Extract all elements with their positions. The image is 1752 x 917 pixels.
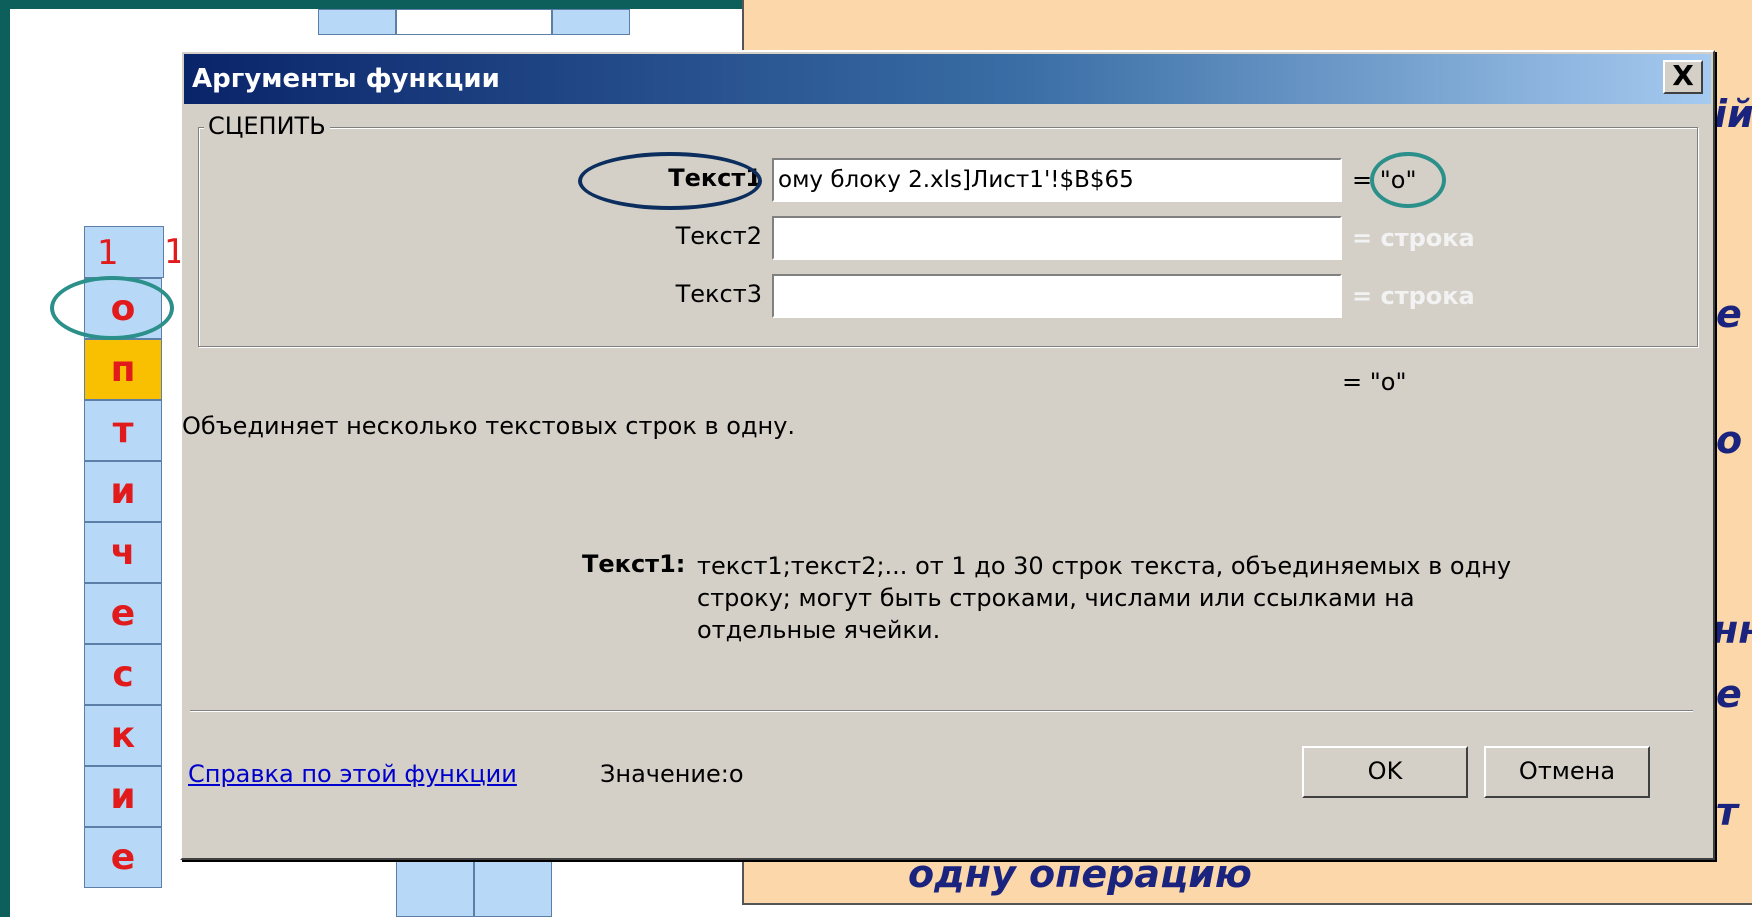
ok-button[interactable]: OK (1302, 746, 1468, 798)
function-name: СЦЕПИТЬ (204, 112, 330, 140)
crossword-cell-top (318, 9, 396, 35)
arg-result-value: = строка (1352, 224, 1475, 252)
dialog-title: Аргументы функции (192, 64, 500, 94)
slide-right-fragment: т (1716, 790, 1739, 834)
separator (190, 710, 1693, 712)
slide-right-fragment: нн (1712, 608, 1752, 652)
dialog-titlebar[interactable]: Аргументы функции (184, 54, 1711, 104)
function-description: Объединяет несколько текстовых строк в о… (182, 412, 796, 440)
arg-input-value: ому блоку 2.xls]Лист1'!$B$65 (778, 167, 1134, 193)
value-text: о (728, 760, 744, 788)
crossword-letter-cell: и (84, 766, 162, 827)
crossword-letter-cell-highlighted: п (84, 339, 162, 400)
slide-right-fragment: е (1716, 672, 1742, 716)
arg-result-text3: = строка (1352, 282, 1475, 310)
formula-result: = "о" (1342, 368, 1407, 396)
slide-frame-left (0, 0, 10, 917)
crossword-letter-cell: е (84, 827, 162, 888)
arg-label-text3: Текст3 (675, 280, 762, 308)
close-button[interactable]: X (1663, 60, 1703, 94)
crossword-letter-cell: и (84, 461, 162, 522)
crossword-number: 1 (84, 226, 164, 278)
value-label: Значение: (600, 760, 729, 788)
help-link[interactable]: Справка по этой функции (188, 760, 517, 788)
crossword-cell-bottom (396, 860, 474, 917)
crossword-cell-bottom (474, 860, 552, 917)
arg-label-text2: Текст2 (675, 222, 762, 250)
slide-right-fragment: е (1716, 292, 1742, 336)
arg-result-value: = строка (1352, 282, 1475, 310)
cancel-button[interactable]: Отмена (1484, 746, 1650, 798)
annotation-circle (50, 276, 174, 340)
arg-input-text3[interactable]: ↘ (772, 274, 1342, 318)
function-arguments-dialog: Аргументы функции X СЦЕПИТЬ Текст1 ому б… (180, 50, 1715, 860)
crossword-letter-cell: ч (84, 522, 162, 583)
crossword-cell-top (552, 9, 630, 35)
arg-description-text: текст1;текст2;... от 1 до 30 строк текст… (697, 552, 1512, 644)
annotation-circle (1370, 152, 1446, 208)
crossword-letter-cell: с (84, 644, 162, 705)
arg-input-text2[interactable]: ↘ (772, 216, 1342, 260)
close-icon: X (1672, 59, 1694, 92)
crossword-letter-cell: т (84, 400, 162, 461)
slide-right-fragment: ій (1714, 92, 1752, 136)
crossword-letter-cell: к (84, 705, 162, 766)
arg-input-text1[interactable]: ому блоку 2.xls]Лист1'!$B$65 ↘ (772, 158, 1342, 202)
value-display: Значение:о (600, 760, 744, 788)
arg-result-text2: = строка (1352, 224, 1475, 252)
annotation-ellipse (578, 152, 762, 210)
arg-description-label: Текст1: (582, 550, 686, 578)
crossword-letter-cell: е (84, 583, 162, 644)
slide-right-fragment: о (1716, 418, 1743, 462)
crossword-cell-top (396, 9, 552, 35)
